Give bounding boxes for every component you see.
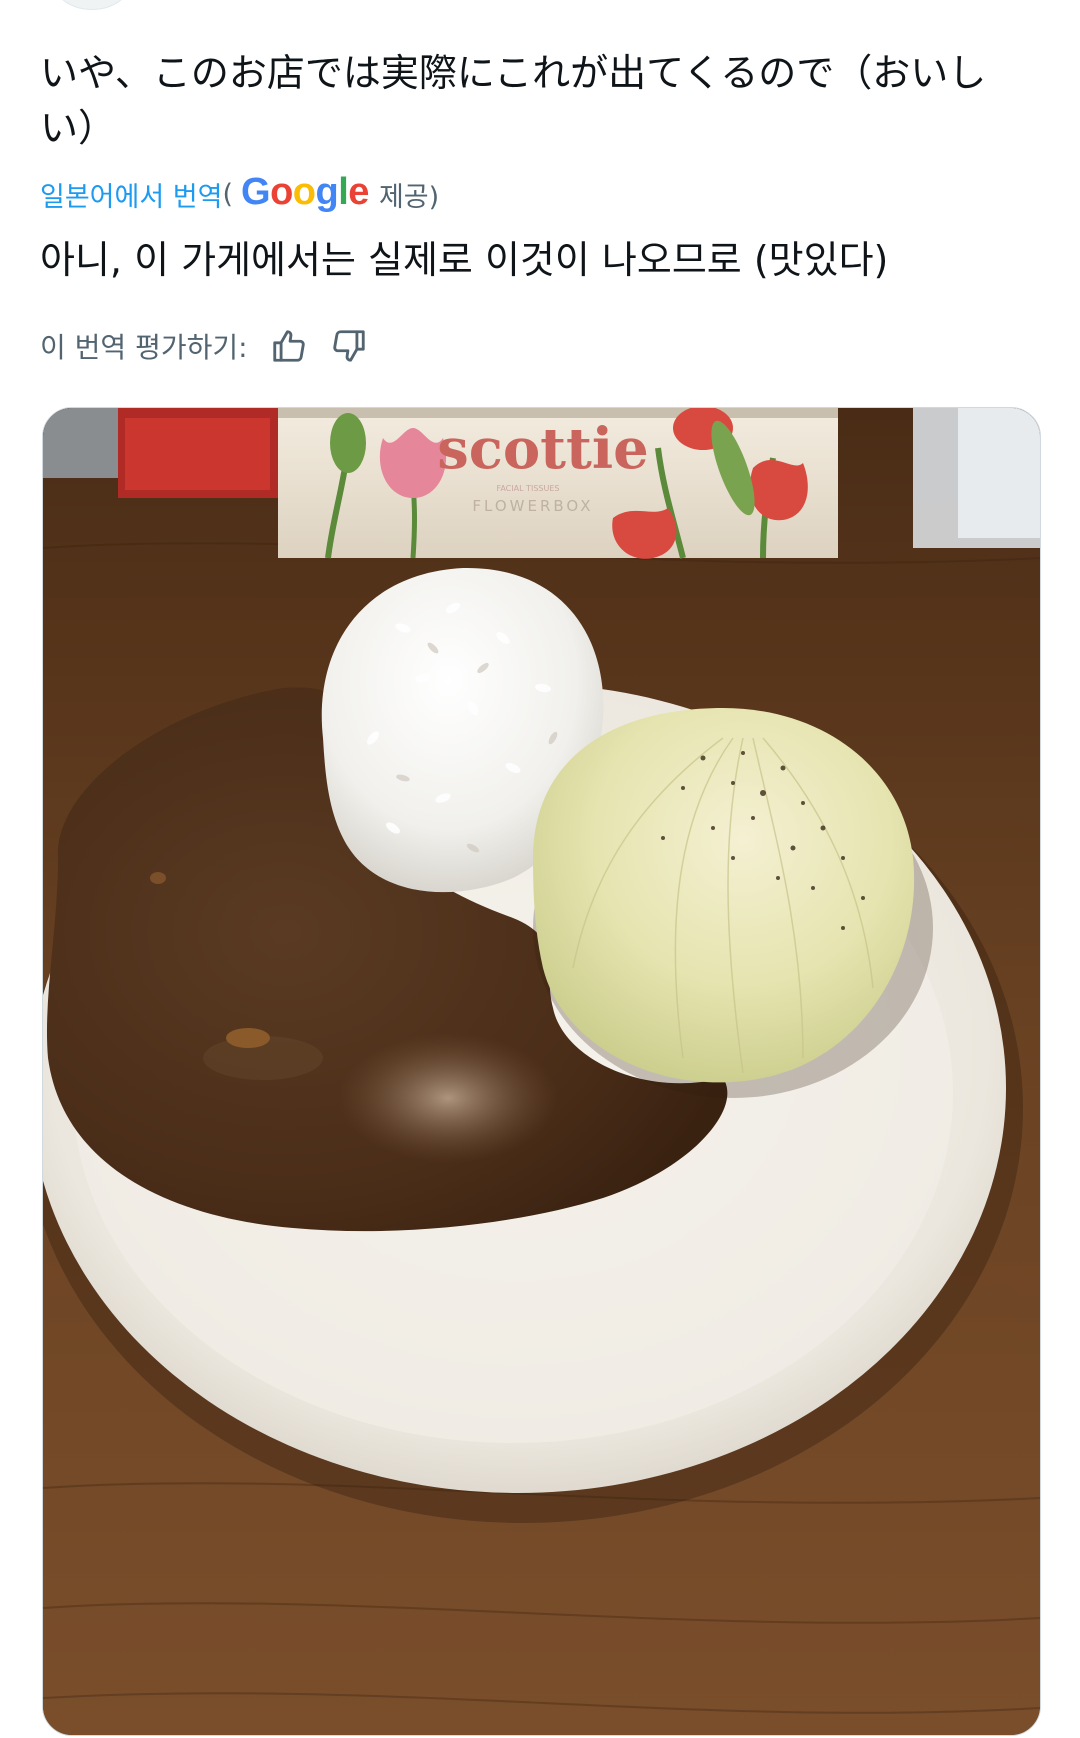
tissue-box: scottie FACIAL TISSUES FLOWERBOX [278,408,838,559]
thumbs-up-icon[interactable] [270,327,308,365]
google-logo: Google [241,170,369,213]
translation-paren: ( [222,178,234,210]
thumbs-down-icon[interactable] [330,327,368,365]
original-post-text: いや、このお店では実際にこれが出てくるので（おいしい） [40,51,987,150]
translation-attribution: 일본어에서 번역( Google 제공) [40,170,440,216]
tissue-product-text: FLOWERBOX [472,497,593,515]
curry-photo-illustration: scottie FACIAL TISSUES FLOWERBOX [43,408,1040,1735]
translation-link[interactable]: 일본어에서 번역 [40,175,222,214]
tissue-brand-text: scottie [437,416,649,482]
avatar[interactable] [54,0,130,10]
rate-translation-row: 이 번역 평가하기: [40,326,368,366]
translation-provider-suffix: 제공) [378,181,440,213]
translated-post-text: 아니, 이 가게에서는 실제로 이것이 나오므로 (맛있다) [40,238,889,282]
post-photo[interactable]: scottie FACIAL TISSUES FLOWERBOX [42,407,1041,1736]
rate-translation-label: 이 번역 평가하기: [40,331,248,364]
tissue-tiny-text: FACIAL TISSUES [496,484,559,493]
